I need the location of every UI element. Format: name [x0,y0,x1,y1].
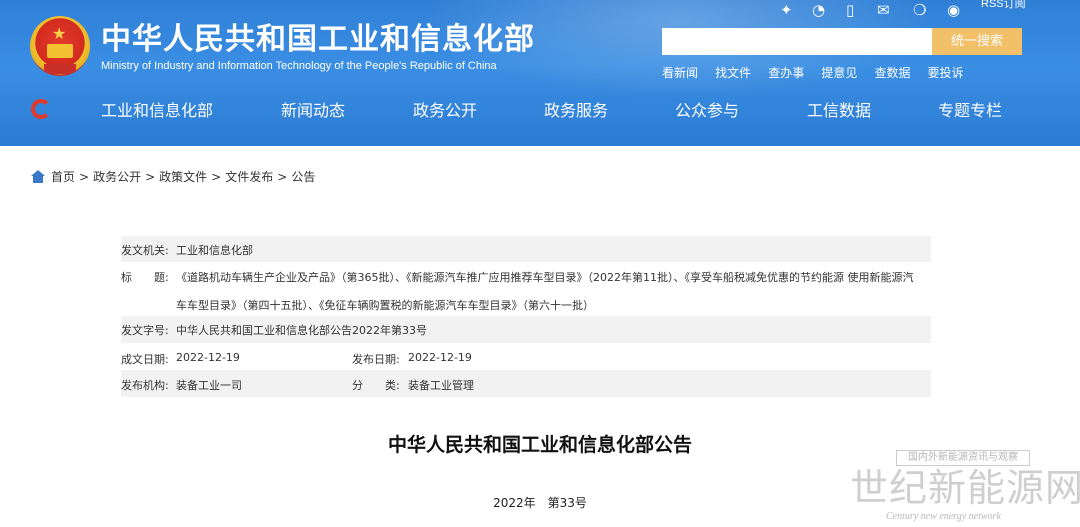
watermark-tagline: 国内外新能源资讯与观察 [896,450,1030,466]
emblem-star-icon: ★ [52,24,67,43]
wechat-icon[interactable]: ❍ [913,0,926,20]
nav-item-services[interactable]: 政务服务 [544,96,608,126]
doc-number-value: 中华人民共和国工业和信息化部公告2022年第33号 [176,324,427,337]
info-row-title: 标 题: 《道路机动车辆生产企业及产品》（第365批）、《新能源汽车推广应用推荐… [121,262,931,316]
main-nav: 工业和信息化部 新闻动态 政务公开 政务服务 公众参与 工信数据 专题专栏 [0,96,1080,126]
document-info-table: 发文机关: 工业和信息化部 标 题: 《道路机动车辆生产企业及产品》（第365批… [121,236,931,397]
created-date-value: 2022-12-19 [176,351,240,364]
mobile-icon[interactable]: ▯ [846,0,854,20]
breadcrumb: 首页 > 政务公开 > 政策文件 > 文件发布 > 公告 [31,168,315,186]
site-header: ★ 中华人民共和国工业和信息化部 Ministry of Industry an… [0,0,1080,146]
created-date-label: 成文日期: [121,353,169,366]
quick-link-data[interactable]: 查数据 [874,66,910,80]
nav-item-topics[interactable]: 专题专栏 [938,96,1002,126]
nav-item-participation[interactable]: 公众参与 [675,96,739,126]
home-icon[interactable] [31,170,45,183]
nav-item-news[interactable]: 新闻动态 [281,96,345,126]
app-icon[interactable]: ◔ [812,0,825,20]
title-value-line1: 《道路机动车辆生产企业及产品》（第365批）、《新能源汽车推广应用推荐车型目录》… [176,271,914,284]
published-date-label: 发布日期: [352,353,400,366]
issuer-label: 发文机关: [121,244,169,257]
mail-icon[interactable]: ✉ [877,0,890,20]
category-value: 装备工业管理 [408,379,474,392]
published-date-value: 2022-12-19 [408,351,472,364]
emblem-gate-icon [47,44,73,58]
quick-links: 看新闻 找文件 查办事 提意见 查数据 要投诉 [662,62,976,80]
emblem-ribbon-icon [44,64,76,74]
search-input[interactable] [662,28,932,55]
info-row-doc-number: 发文字号: 中华人民共和国工业和信息化部公告2022年第33号 [121,316,931,343]
quick-link-services[interactable]: 查办事 [768,66,804,80]
category-label: 分 类: [352,379,400,392]
watermark-name: 世纪新能源网 [850,466,1080,510]
site-title[interactable]: 中华人民共和国工业和信息化部 [101,22,535,58]
search-button[interactable]: 统一搜索 [932,28,1022,55]
title-label: 标 题: [121,271,169,284]
breadcrumb-policy-files[interactable]: 政策文件 [159,170,207,184]
title-value-line2: 车车型目录》（第四十五批）、《免征车辆购置税的新能源汽车车型目录》（第六十一批） [176,299,594,312]
site-subtitle-en: Ministry of Industry and Information Tec… [101,60,497,72]
quick-link-files[interactable]: 找文件 [715,66,751,80]
breadcrumb-announcement[interactable]: 公告 [291,170,315,184]
watermark-name-en: Century new energy network [886,511,1001,522]
breadcrumb-file-release[interactable]: 文件发布 [225,170,273,184]
info-row-org: 发布机构: 装备工业一司 分 类: 装备工业管理 [121,370,931,397]
weibo-icon[interactable]: ✦ [780,0,793,20]
info-row-issuer: 发文机关: 工业和信息化部 [121,236,931,262]
org-value: 装备工业一司 [176,379,242,392]
breadcrumb-home[interactable]: 首页 [51,170,75,184]
quick-link-feedback[interactable]: 提意见 [821,66,857,80]
nav-item-gov-affairs[interactable]: 政务公开 [413,96,477,126]
breadcrumb-gov-affairs[interactable]: 政务公开 [93,170,141,184]
info-row-dates: 成文日期: 2022-12-19 发布日期: 2022-12-19 [121,343,931,370]
quick-link-news[interactable]: 看新闻 [662,66,698,80]
weibo-circle-icon[interactable]: ◉ [947,0,960,20]
org-label: 发布机构: [121,379,169,392]
nav-item-data[interactable]: 工信数据 [807,96,871,126]
national-emblem-icon[interactable]: ★ [30,16,90,76]
rss-link[interactable]: RSS订阅 [981,0,1026,11]
issuer-value: 工业和信息化部 [176,244,253,257]
nav-item-ministry[interactable]: 工业和信息化部 [101,96,213,126]
doc-number-label: 发文字号: [121,324,169,337]
quick-link-complaint[interactable]: 要投诉 [928,66,964,80]
